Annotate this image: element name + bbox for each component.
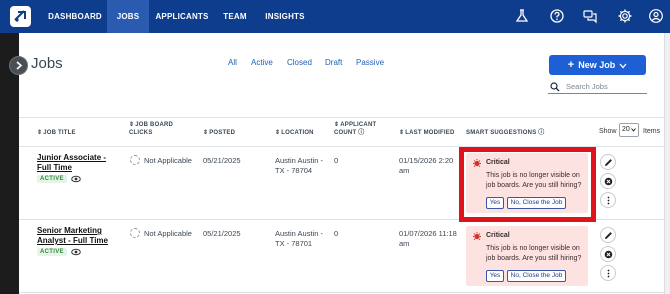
status-badge: ACTIVE (37, 175, 67, 183)
close-job-action-button[interactable] (600, 246, 616, 262)
pencil-icon (605, 159, 612, 166)
help-icon[interactable] (549, 8, 565, 24)
yes-button[interactable]: Yes (486, 270, 504, 282)
suggestion-message: This job is no longer visible on job boa… (486, 245, 582, 262)
close-circle-icon (604, 250, 613, 259)
visibility-icon[interactable] (71, 248, 81, 256)
nav-dashboard[interactable]: DASHBOARD (44, 0, 106, 33)
filter-draft[interactable]: Draft (325, 58, 342, 67)
applicant-count: 0 (334, 229, 339, 238)
gear-icon[interactable] (617, 8, 633, 24)
job-title-link[interactable]: Junior Associate - Full Time (37, 153, 119, 173)
last-modified: 01/07/2026 11:18 am (399, 229, 457, 248)
chat-icon[interactable] (582, 8, 598, 24)
posted-date: 05/21/2025 (203, 156, 241, 165)
items-label: Items (643, 128, 661, 135)
clicks-status-icon (130, 155, 140, 165)
chevron-down-icon (631, 128, 636, 132)
alert-bug-icon (473, 232, 481, 241)
close-job-action-button[interactable] (600, 173, 616, 189)
info-icon: ⓘ (358, 130, 365, 136)
job-board-clicks: Not Applicable (144, 156, 192, 165)
applicant-count: 0 (334, 156, 339, 165)
th-posted[interactable]: ⇕POSTED (203, 129, 235, 137)
show-label: Show (599, 128, 617, 135)
posted-date: 05/21/2025 (203, 229, 241, 238)
nav-applicants[interactable]: APPLICANTS (152, 0, 212, 33)
location: Austin Austin - TX - 78704 (275, 156, 323, 175)
job-title-link[interactable]: Senior Marketing Analyst - Full Time (37, 226, 119, 246)
pencil-icon (605, 232, 612, 239)
th-last-modified[interactable]: ⇕LAST MODIFIED (399, 129, 455, 137)
more-options-button[interactable] (600, 192, 616, 208)
th-job-title[interactable]: ⇕JOB TITLE (37, 129, 76, 137)
nav-jobs[interactable]: JOBS (107, 0, 149, 33)
location: Austin Austin - TX - 78701 (275, 229, 323, 248)
chevron-down-icon (619, 63, 627, 69)
flask-icon[interactable] (514, 8, 530, 24)
clicks-status-icon (130, 228, 140, 238)
nav-team[interactable]: TEAM (218, 0, 252, 33)
nav-insights[interactable]: INSIGHTS (262, 0, 308, 33)
app-logo-icon[interactable] (10, 6, 31, 27)
new-job-button[interactable]: + New Job (549, 55, 646, 75)
table-row: Senior Marketing Analyst - Full Time ACT… (19, 220, 670, 293)
filter-passive[interactable]: Passive (356, 58, 384, 67)
more-options-button[interactable] (600, 265, 616, 281)
filter-all[interactable]: All (228, 58, 237, 67)
search-box (548, 80, 647, 94)
edit-button[interactable] (600, 227, 616, 243)
more-vertical-icon (607, 269, 610, 278)
plus-icon: + (567, 59, 575, 71)
close-circle-icon (604, 177, 613, 186)
page-title: Jobs (31, 55, 63, 72)
sidebar-toggle-button[interactable] (9, 56, 28, 75)
top-navigation: DASHBOARD JOBS APPLICANTS TEAM INSIGHTS (0, 0, 670, 33)
visibility-icon[interactable] (71, 175, 81, 183)
filter-active[interactable]: Active (251, 58, 273, 67)
th-job-board-clicks[interactable]: ⇕JOB BOARD CLICKS (129, 121, 189, 137)
smart-suggestion-card: Critical This job is no longer visible o… (466, 226, 588, 286)
close-job-button[interactable]: No, Close the Job (507, 270, 566, 282)
chevron-right-icon (16, 61, 23, 70)
suggestion-title: Critical (486, 232, 510, 239)
search-input[interactable] (566, 80, 646, 93)
highlight-box (459, 147, 596, 222)
scrollbar[interactable] (664, 33, 670, 294)
edit-button[interactable] (600, 154, 616, 170)
more-vertical-icon (607, 196, 610, 205)
search-icon (550, 82, 560, 92)
filter-closed[interactable]: Closed (287, 58, 312, 67)
th-location[interactable]: ⇕LOCATION (275, 129, 314, 137)
page-size-value: 20 (622, 126, 630, 133)
job-board-clicks: Not Applicable (144, 229, 192, 238)
status-badge: ACTIVE (37, 248, 67, 256)
th-applicant-count[interactable]: ⇕APPLICANT COUNT ⓘ (334, 121, 390, 137)
last-modified: 01/15/2026 2:20 am (399, 156, 454, 175)
user-icon[interactable] (648, 8, 664, 24)
table-header: ⇕JOB TITLE ⇕JOB BOARD CLICKS ⇕POSTED ⇕LO… (19, 117, 670, 147)
info-icon: ⓘ (538, 130, 545, 136)
th-smart-suggestions: SMART SUGGESTIONS ⓘ (466, 130, 545, 136)
new-job-label: New Job (578, 60, 616, 70)
page-size-select[interactable]: 20 (619, 123, 639, 137)
